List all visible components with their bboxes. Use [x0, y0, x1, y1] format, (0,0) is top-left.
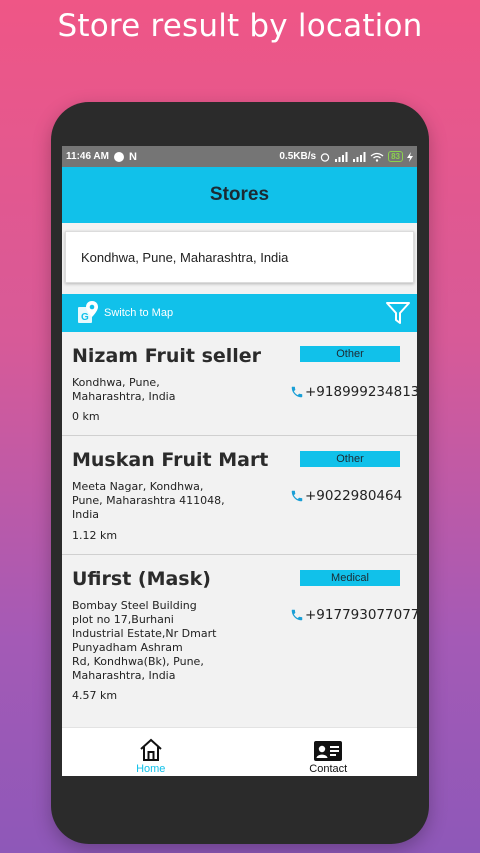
location-search-value: Kondhwa, Pune, Maharashtra, India: [81, 249, 289, 265]
store-distance: 4.57 km: [72, 689, 118, 702]
switch-to-map-label: Switch to Map: [104, 307, 174, 319]
n-icon: N: [128, 150, 137, 163]
address-line: Rd, Kondhwa(Bk), Pune,: [72, 655, 204, 668]
store-phone: +918999234813: [305, 384, 417, 400]
store-address: Meeta Nagar, Kondhwa, Pune, Maharashtra …: [72, 480, 225, 522]
call-store-link[interactable]: +917793077077: [290, 607, 417, 623]
address-line: Kondhwa, Pune,: [72, 376, 160, 389]
phone-icon: [291, 490, 303, 502]
address-line: Maharashtra, India: [72, 669, 176, 682]
phone-icon: [291, 609, 303, 621]
home-icon: [140, 738, 162, 761]
signal-icon-2: [353, 151, 366, 162]
status-time: 11:46 AM: [66, 151, 109, 162]
category-badge: Other: [300, 346, 400, 362]
phone-icon: [291, 386, 303, 398]
battery-icon: 83: [388, 151, 403, 162]
nav-home-label: Home: [136, 763, 166, 775]
nav-home-tab[interactable]: Home: [62, 728, 240, 776]
store-name: Ufirst (Mask): [72, 568, 211, 590]
app-screen: 11:46 AM N 0.5KB/s 83 Stores Kondhwa, Pu…: [62, 146, 417, 776]
signal-icon: [335, 151, 348, 162]
promo-page: Store result by location 11:46 AM N 0.5K…: [0, 0, 480, 853]
store-address: Bombay Steel Building plot no 17,Burhani…: [72, 599, 216, 683]
promo-headline: Store result by location: [57, 8, 423, 44]
store-phone: +917793077077: [305, 607, 417, 623]
store-card[interactable]: Muskan Fruit Mart Other Meeta Nagar, Kon…: [62, 436, 417, 555]
map-icon: G: [78, 301, 98, 323]
store-list: Nizam Fruit seller Other Kondhwa, Pune, …: [62, 332, 417, 731]
location-search-input[interactable]: Kondhwa, Pune, Maharashtra, India: [65, 231, 414, 283]
store-name: Nizam Fruit seller: [72, 345, 262, 367]
charging-icon: [407, 151, 413, 162]
address-line: Maharashtra, India: [72, 390, 176, 403]
address-line: plot no 17,Burhani: [72, 613, 174, 626]
category-badge: Other: [300, 451, 400, 467]
store-phone: +9022980464: [305, 488, 403, 504]
address-line: Meeta Nagar, Kondhwa,: [72, 480, 204, 493]
notification-icon: [113, 151, 124, 162]
app-bar: Stores: [62, 167, 417, 223]
search-container: Kondhwa, Pune, Maharashtra, India: [62, 223, 417, 294]
switch-to-map-button[interactable]: G Switch to Map: [77, 300, 173, 326]
status-bar: 11:46 AM N 0.5KB/s 83: [62, 146, 417, 167]
address-line: Industrial Estate,Nr Dmart: [72, 627, 217, 640]
page-title: Stores: [209, 184, 270, 205]
store-name: Muskan Fruit Mart: [72, 449, 269, 471]
wifi-icon: [370, 152, 384, 162]
call-store-link[interactable]: +918999234813: [290, 384, 417, 400]
address-line: Pune, Maharashtra 411048,: [72, 494, 225, 507]
store-card[interactable]: Nizam Fruit seller Other Kondhwa, Pune, …: [62, 332, 417, 436]
bottom-navigation: Home Contact: [62, 727, 417, 776]
contact-card-icon: [314, 741, 343, 761]
filter-button[interactable]: [385, 300, 411, 326]
store-address: Kondhwa, Pune, Maharashtra, India: [72, 376, 175, 404]
store-card[interactable]: Ufirst (Mask) Medical Bombay Steel Build…: [62, 555, 417, 731]
list-toolbar: G Switch to Map: [62, 294, 417, 332]
status-speed: 0.5KB/s: [279, 151, 317, 162]
svg-text:G: G: [81, 312, 89, 323]
alarm-icon: [320, 152, 330, 162]
store-distance: 1.12 km: [72, 529, 118, 542]
call-store-link[interactable]: +9022980464: [290, 488, 402, 504]
store-distance: 0 km: [72, 410, 100, 423]
nav-contact-tab[interactable]: Contact: [240, 728, 418, 776]
nav-contact-label: Contact: [309, 763, 348, 775]
address-line: Punyadham Ashram: [72, 641, 183, 654]
filter-icon: [386, 302, 410, 324]
address-line: India: [72, 508, 99, 521]
address-line: Bombay Steel Building: [72, 599, 197, 612]
category-badge: Medical: [300, 570, 400, 586]
